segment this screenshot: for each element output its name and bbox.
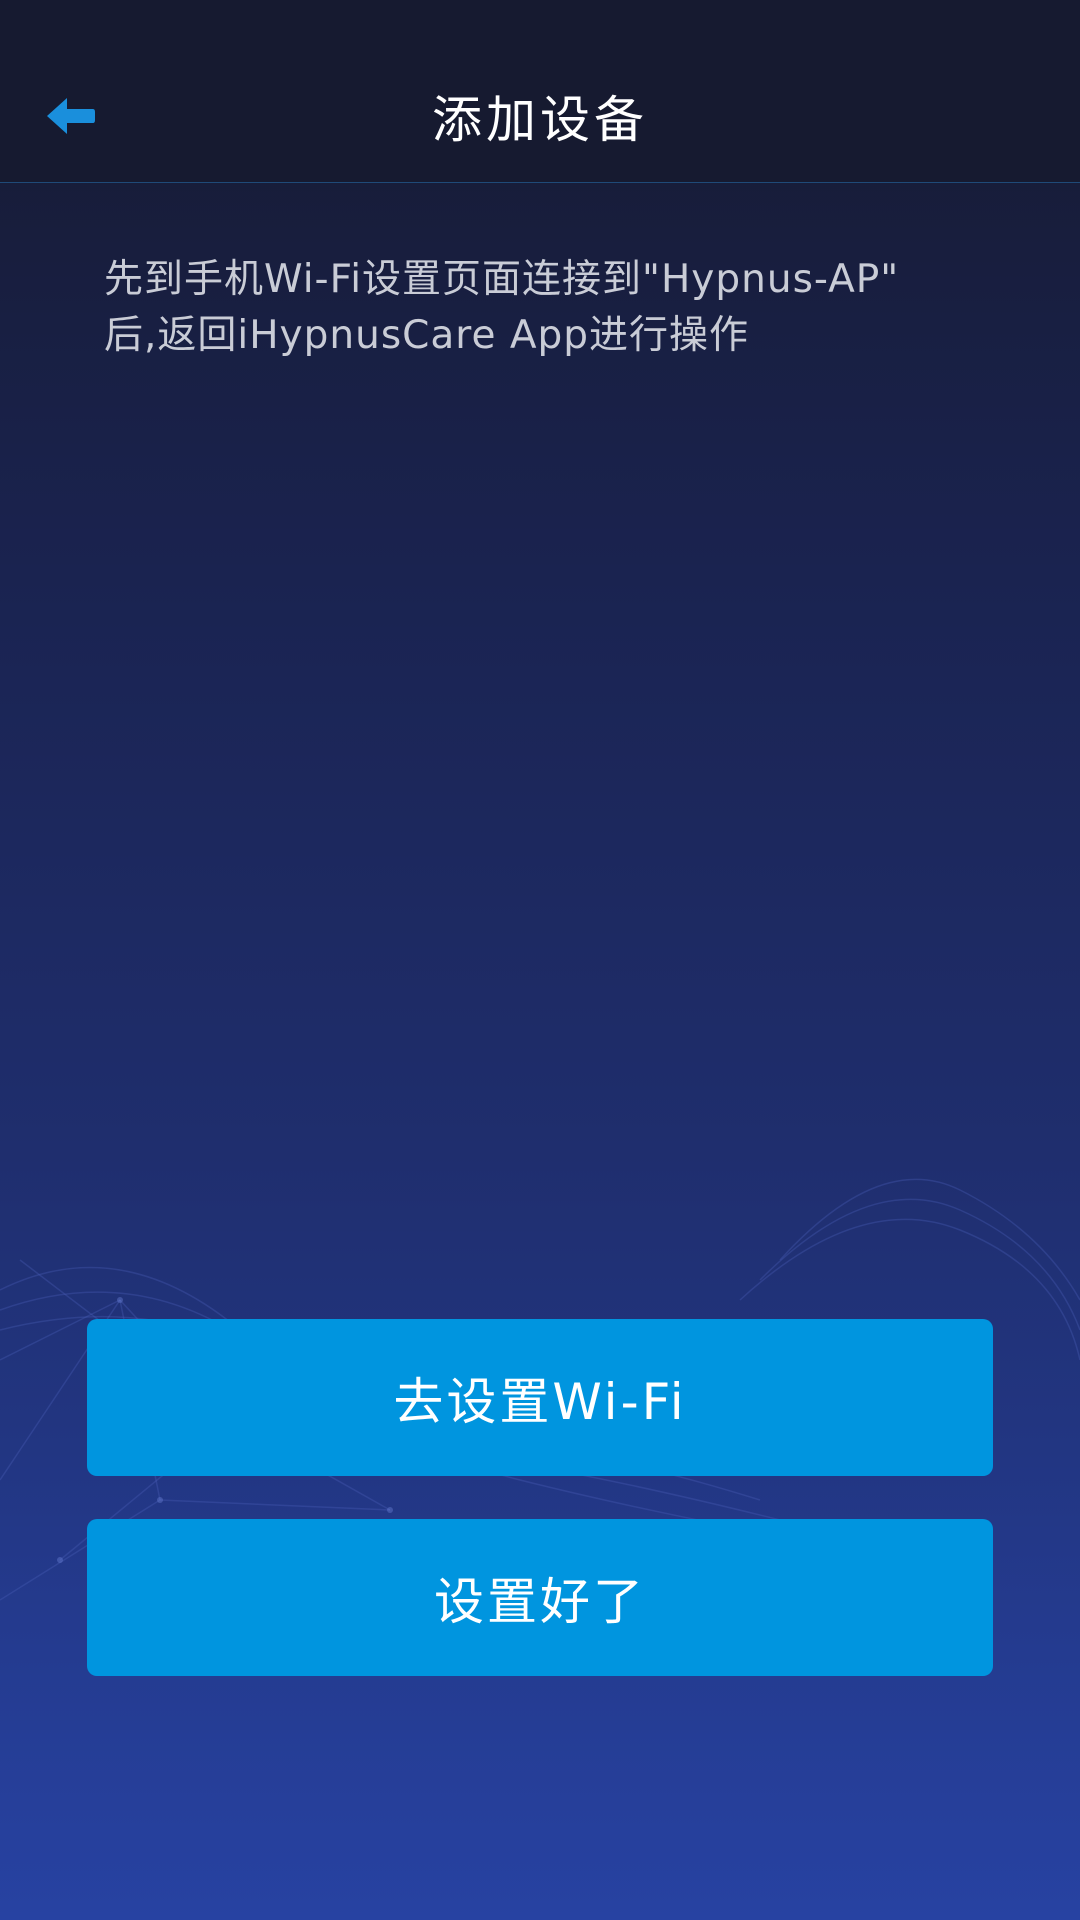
header-bar: 添加设备 xyxy=(0,0,1080,183)
page-title: 添加设备 xyxy=(432,91,648,149)
setup-done-label: 设置好了 xyxy=(434,1572,646,1631)
add-device-screen: 添加设备 先到手机Wi-Fi设置页面连接到"Hypnus-AP" 后,返回iHy… xyxy=(0,0,1080,1920)
go-to-wifi-settings-button[interactable]: 去设置Wi-Fi xyxy=(87,1319,993,1476)
go-to-wifi-settings-label: 去设置Wi-Fi xyxy=(393,1372,687,1431)
setup-done-button[interactable]: 设置好了 xyxy=(87,1519,993,1676)
instruction-line-1: 先到手机Wi-Fi设置页面连接到"Hypnus-AP" xyxy=(104,257,900,302)
instruction-text: 先到手机Wi-Fi设置页面连接到"Hypnus-AP" 后,返回iHypnusC… xyxy=(104,252,984,364)
instruction-line-2: 后,返回iHypnusCare App进行操作 xyxy=(104,313,750,358)
